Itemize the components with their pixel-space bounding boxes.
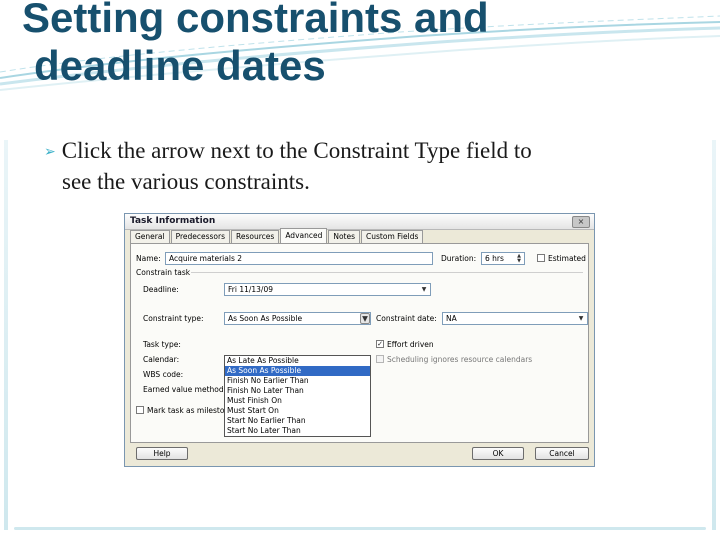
advanced-tab-panel: Name: Acquire materials 2 Duration: 6 hr… xyxy=(130,243,589,443)
bottom-border-decoration xyxy=(14,527,706,530)
scheduling-ignores-calendars-checkbox[interactable] xyxy=(376,355,384,363)
wbs-code-label: WBS code: xyxy=(143,370,184,379)
dropdown-option[interactable]: Start No Earlier Than xyxy=(225,416,370,426)
constraint-date-input[interactable]: NA ▼ xyxy=(442,312,588,325)
deadline-input[interactable]: Fri 11/13/09 ▼ xyxy=(224,283,431,296)
tab-notes[interactable]: Notes xyxy=(328,230,361,243)
bullet-text: ➢ Click the arrow next to the Constraint … xyxy=(44,136,684,196)
left-border-decoration xyxy=(4,140,8,530)
name-label: Name: xyxy=(136,254,161,263)
dialog-titlebar: Task Information × xyxy=(125,214,594,230)
bullet-arrow-icon: ➢ xyxy=(44,145,56,160)
duration-label: Duration: xyxy=(441,254,477,263)
effort-driven-label: Effort driven xyxy=(387,340,434,349)
tab-general[interactable]: General xyxy=(130,230,170,243)
slide-title-line-2: deadline dates xyxy=(34,42,326,89)
scheduling-ignores-calendars-label: Scheduling ignores resource calendars xyxy=(387,355,533,364)
name-input[interactable]: Acquire materials 2 xyxy=(165,252,433,265)
constraint-date-dropdown-arrow-icon[interactable]: ▼ xyxy=(576,314,586,323)
constraint-type-dropdown-list: As Late As Possible As Soon As Possible … xyxy=(224,355,371,437)
bullet-line-1: Click the arrow next to the Constraint T… xyxy=(61,138,532,163)
ok-button[interactable]: OK xyxy=(472,447,524,460)
constraint-date-label: Constraint date: xyxy=(376,314,437,323)
dropdown-option[interactable]: Finish No Earlier Than xyxy=(225,376,370,386)
help-button[interactable]: Help xyxy=(136,447,188,460)
mark-milestone-label: Mark task as milestone xyxy=(147,406,234,415)
spin-arrows-icon[interactable]: ▲ ▼ xyxy=(515,254,523,264)
group-divider xyxy=(191,272,583,273)
tab-resources[interactable]: Resources xyxy=(231,230,280,243)
estimated-checkbox[interactable] xyxy=(537,254,545,262)
dialog-tabs: General Predecessors Resources Advanced … xyxy=(130,228,424,243)
task-type-label: Task type: xyxy=(143,340,181,349)
bullet-line-2: see the various constraints. xyxy=(62,169,310,194)
deadline-dropdown-arrow-icon[interactable]: ▼ xyxy=(419,285,429,294)
constrain-task-group-label: Constrain task xyxy=(136,268,191,277)
duration-value: 6 hrs xyxy=(485,254,504,263)
dialog-title: Task Information xyxy=(130,216,216,226)
mark-milestone-checkbox[interactable] xyxy=(136,406,144,414)
dropdown-option[interactable]: As Late As Possible xyxy=(225,356,370,366)
constraint-type-value: As Soon As Possible xyxy=(228,314,303,323)
dropdown-option[interactable]: Start No Later Than xyxy=(225,426,370,436)
slide-title-line-1: Setting constraints and xyxy=(22,0,489,41)
slide-title: Setting constraints and deadline dates xyxy=(22,0,702,90)
effort-driven-checkbox[interactable]: ✓ xyxy=(376,340,384,348)
earned-value-method-label: Earned value method: xyxy=(143,385,227,394)
deadline-label: Deadline: xyxy=(143,285,179,294)
tab-advanced[interactable]: Advanced xyxy=(280,228,328,243)
dropdown-option-selected[interactable]: As Soon As Possible xyxy=(225,366,370,376)
estimated-label: Estimated xyxy=(548,254,586,263)
constraint-type-select[interactable]: As Soon As Possible ▼ xyxy=(224,312,371,325)
constraint-date-value: NA xyxy=(446,314,457,323)
right-border-decoration xyxy=(712,140,716,530)
tab-custom-fields[interactable]: Custom Fields xyxy=(361,230,424,243)
task-information-dialog: Task Information × General Predecessors … xyxy=(124,213,595,467)
dropdown-option[interactable]: Must Finish On xyxy=(225,396,370,406)
cancel-button[interactable]: Cancel xyxy=(535,447,589,460)
dropdown-option[interactable]: Must Start On xyxy=(225,406,370,416)
tab-predecessors[interactable]: Predecessors xyxy=(170,230,230,243)
constraint-type-dropdown-arrow-icon[interactable]: ▼ xyxy=(360,313,370,324)
deadline-value: Fri 11/13/09 xyxy=(228,285,274,294)
close-button[interactable]: × xyxy=(572,216,590,228)
dropdown-option[interactable]: Finish No Later Than xyxy=(225,386,370,396)
duration-input[interactable]: 6 hrs ▲ ▼ xyxy=(481,252,525,265)
calendar-label: Calendar: xyxy=(143,355,180,364)
constraint-type-label: Constraint type: xyxy=(143,314,204,323)
